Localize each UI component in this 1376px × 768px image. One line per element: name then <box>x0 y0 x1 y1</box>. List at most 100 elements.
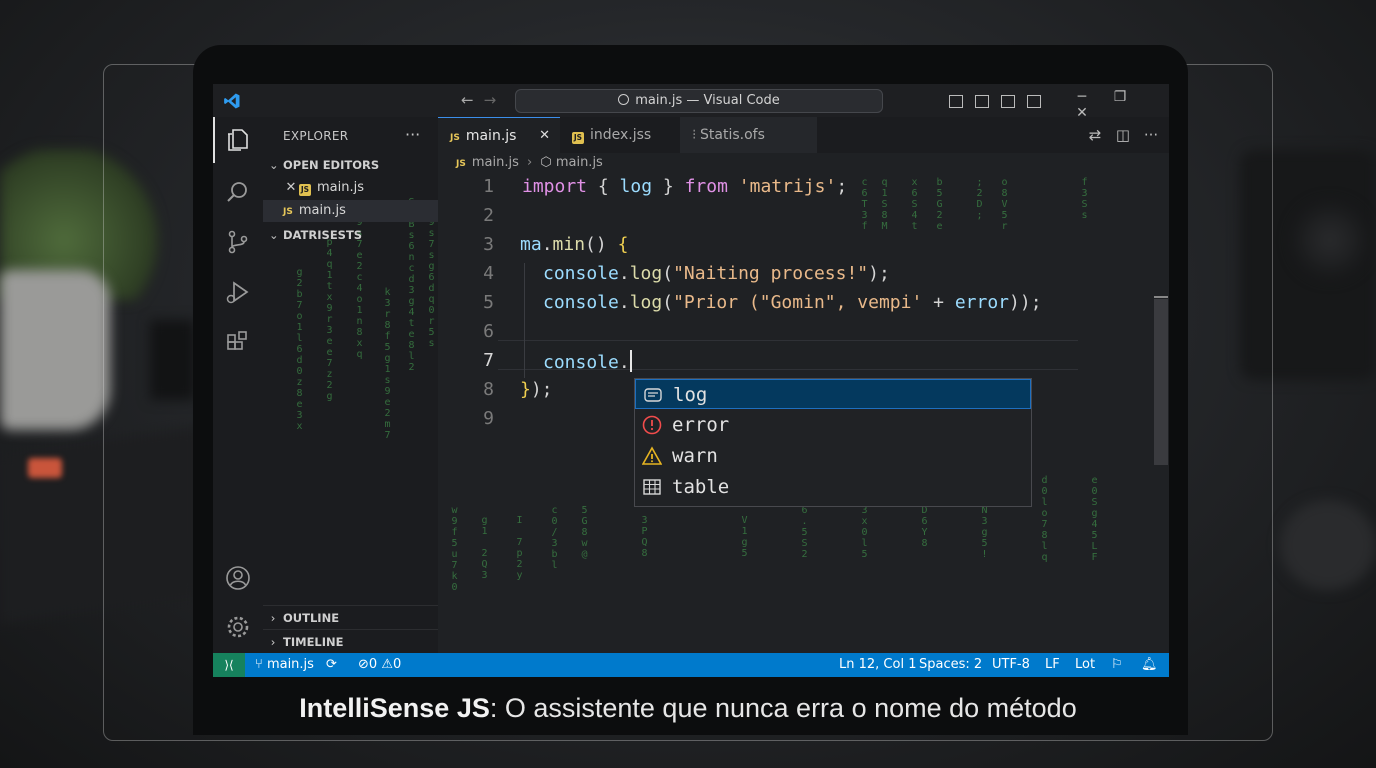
suggestion-warn[interactable]: warn <box>635 441 1031 471</box>
error-icon <box>642 415 662 435</box>
close-tab-icon[interactable]: ✕ <box>539 118 550 154</box>
scrollbar-marker <box>1154 296 1168 298</box>
source-control-icon[interactable] <box>225 229 251 255</box>
window-title: main.js — Visual Code <box>635 93 780 108</box>
active-indicator <box>213 117 215 163</box>
language-mode[interactable]: Lot <box>1075 653 1095 677</box>
toggle-sidebar-icon[interactable] <box>949 95 963 108</box>
line-number: 2 <box>483 205 494 226</box>
matrix-rain-decoration: ;2D; <box>974 177 985 221</box>
extensions-icon[interactable] <box>225 330 251 356</box>
close-icon[interactable]: ✕ <box>283 177 299 199</box>
suggestion-error[interactable]: error <box>635 410 1031 440</box>
account-icon[interactable] <box>225 565 251 591</box>
outline-section[interactable]: › OUTLINE <box>263 605 438 630</box>
compare-changes-icon[interactable]: ⇄ <box>1081 126 1109 144</box>
matrix-rain-decoration: c6T3f <box>859 177 870 232</box>
datasets-header[interactable]: ⌄ DATRISESTS <box>269 228 362 242</box>
open-editor-item[interactable]: JS main.js <box>263 200 438 222</box>
search-sidebar-icon[interactable] <box>225 179 251 205</box>
vscode-logo-icon <box>224 93 240 109</box>
breadcrumb-file[interactable]: main.js <box>472 155 519 170</box>
cursor-position[interactable]: Ln 12, Col 1 <box>839 653 916 677</box>
restore-icon[interactable]: ❐ <box>1101 89 1139 105</box>
matrix-rain-decoration: p4q1tx9r3ee7z2g <box>324 237 335 402</box>
warning-triangle-icon: ⚠ <box>381 657 393 672</box>
remote-indicator-icon[interactable]: ⟩⟨ <box>213 653 245 677</box>
search-icon <box>618 94 630 105</box>
warning-icon <box>642 446 662 465</box>
branch-status[interactable]: ⑂ main.js <box>255 653 314 677</box>
nav-arrows: ←→ <box>461 91 506 109</box>
indent-guide <box>524 263 525 378</box>
timeline-section[interactable]: › TIMELINE <box>263 629 438 654</box>
line-number-current: 7 <box>483 350 494 371</box>
end-of-line[interactable]: LF <box>1045 653 1060 677</box>
background-plant-pot <box>0 270 110 430</box>
title-bar: ←→ main.js — Visual Code ─ ❐✕ <box>213 84 1169 121</box>
code-line-1: import { log } from 'matrijs'; <box>522 176 848 197</box>
notifications-bell-icon[interactable]: 🔔︎ <box>1141 653 1158 677</box>
toggle-secondary-sidebar-icon[interactable] <box>1001 95 1015 108</box>
breadcrumb-symbol[interactable]: main.js <box>556 155 603 170</box>
tab-index-jss[interactable]: JS index.jss <box>560 117 692 153</box>
run-debug-icon[interactable] <box>225 279 251 305</box>
matrix-rain-decoration: D6Y8 <box>919 505 930 549</box>
matrix-rain-decoration: f3Ss <box>1079 177 1090 221</box>
code-line-3: ma.min() { <box>520 234 629 255</box>
open-editor-item[interactable]: ✕ JS main.js <box>263 177 438 199</box>
line-number: 9 <box>483 408 494 429</box>
open-editors-header[interactable]: ⌄ OPEN EDITORS <box>269 158 379 172</box>
feedback-icon[interactable]: ⚐ <box>1111 653 1123 677</box>
matrix-rain-decoration: d0lo78lq <box>1039 475 1050 563</box>
background-mouse <box>1280 500 1376 590</box>
command-center-search[interactable]: main.js — Visual Code <box>515 89 883 113</box>
tab-main-js[interactable]: JS main.js ✕ <box>438 117 560 153</box>
matrix-rain-decoration: 3PQ8 <box>639 515 650 559</box>
forward-arrow-icon[interactable]: → <box>484 91 507 109</box>
explorer-icon[interactable] <box>225 127 251 153</box>
tab-statis-ofs[interactable]: ⁝ Statis.ofs <box>680 117 817 153</box>
indentation[interactable]: Spaces: 2 <box>919 653 982 677</box>
chevron-down-icon: ⌄ <box>269 158 279 172</box>
customize-layout-icon[interactable] <box>1027 95 1041 108</box>
line-number: 1 <box>483 176 494 197</box>
background-key <box>28 458 62 478</box>
line-number: 6 <box>483 321 494 342</box>
branch-icon: ⑂ <box>255 657 267 672</box>
suggestion-log[interactable]: log <box>635 379 1031 409</box>
minimize-icon[interactable]: ─ <box>1063 89 1101 105</box>
line-number: 4 <box>483 263 494 284</box>
text-cursor <box>629 350 632 372</box>
layout-controls <box>949 93 1053 112</box>
explorer-sidebar: g2b7o1l6d0z8e3x p4q1tx9r3ee7z2g 9s7e2c4o… <box>263 117 438 653</box>
code-line-7: console. <box>543 350 632 373</box>
chevron-right-icon: › <box>270 635 276 649</box>
toggle-panel-icon[interactable] <box>975 95 989 108</box>
more-actions-icon[interactable]: ··· <box>1137 126 1165 144</box>
matrix-rain-decoration: 3x0l5 <box>859 505 870 560</box>
breadcrumb: JS main.js › ⬡ main.js <box>456 155 603 170</box>
more-actions-icon[interactable]: ··· <box>405 125 420 144</box>
explorer-title: EXPLORER <box>283 129 349 143</box>
split-editor-icon[interactable]: ◫ <box>1109 126 1137 144</box>
js-file-icon: JS <box>456 159 466 169</box>
problems-status[interactable]: ⊘0 ⚠0 <box>358 653 401 677</box>
matrix-rain-decoration: I 7p2y <box>514 515 525 581</box>
settings-gear-icon[interactable] <box>225 614 251 640</box>
matrix-rain-decoration: V1g5 <box>739 515 750 559</box>
matrix-rain-decoration: 5G8w@ <box>579 505 590 560</box>
editor-actions: ⇄ ◫ ··· <box>1081 126 1165 144</box>
sync-icon[interactable]: ⟳ <box>326 653 337 677</box>
chevron-right-icon: › <box>270 611 276 625</box>
encoding[interactable]: UTF-8 <box>992 653 1030 677</box>
line-number: 5 <box>483 292 494 313</box>
suggestion-table[interactable]: table <box>635 472 1031 502</box>
matrix-rain-decoration: 9s7sg6dq0r5s <box>426 217 437 349</box>
matrix-rain-decoration: g1 2Q3 <box>479 515 490 581</box>
matrix-rain-decoration: w9f5u7k0 <box>449 505 460 593</box>
back-arrow-icon[interactable]: ← <box>461 91 484 109</box>
matrix-rain-decoration: g2b7o1l6d0z8e3x <box>294 267 305 432</box>
editor-scrollbar[interactable] <box>1154 299 1168 465</box>
code-line-4: console.log("Naiting process!"); <box>543 263 890 284</box>
